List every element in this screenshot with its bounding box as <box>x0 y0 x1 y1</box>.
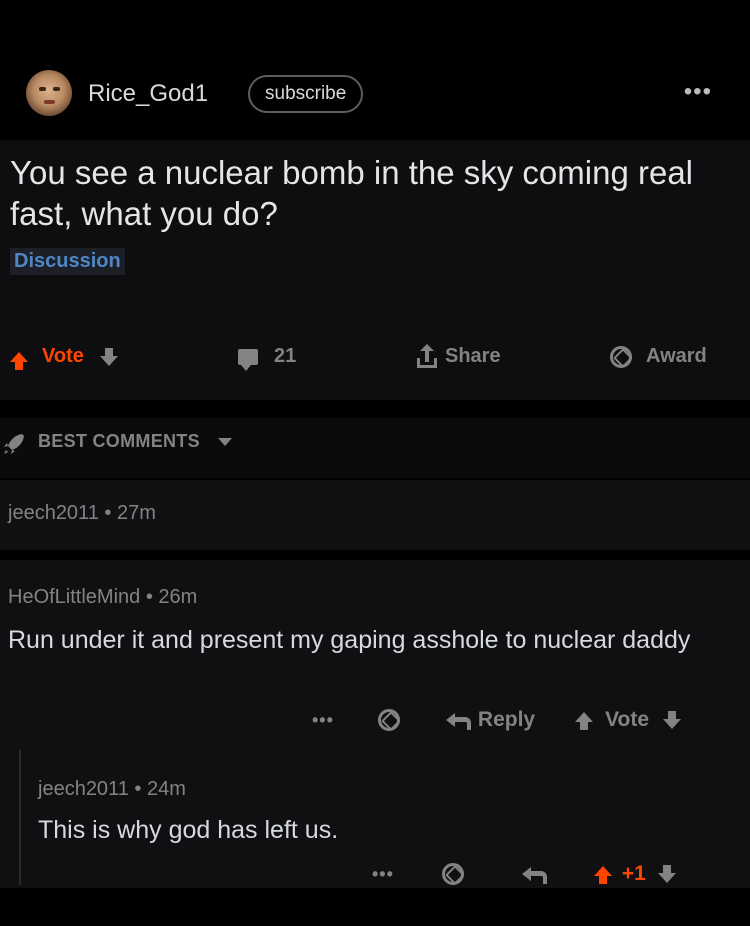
comment-author[interactable]: HeOfLittleMind <box>8 586 140 608</box>
reply-body: This is why god has left us. <box>38 816 339 844</box>
downvote-icon[interactable] <box>99 347 118 366</box>
award-icon[interactable] <box>441 863 464 885</box>
upvote-icon[interactable] <box>10 351 28 370</box>
post-title: You see a nuclear bomb in the sky coming… <box>10 154 694 232</box>
more-options-icon[interactable]: ••• <box>372 864 394 885</box>
more-options-icon[interactable]: ••• <box>312 710 334 731</box>
share-button[interactable]: Share <box>417 343 501 368</box>
vote-score: +1 <box>621 862 646 885</box>
thread-line[interactable] <box>19 750 21 885</box>
upvote-icon[interactable] <box>593 866 612 884</box>
award-icon[interactable] <box>377 709 400 731</box>
more-options-icon[interactable]: ••• <box>684 80 712 104</box>
reply-meta: jeech2011 • 24m <box>38 778 186 800</box>
comment-icon <box>238 348 258 371</box>
post-card: You see a nuclear bomb in the sky coming… <box>0 140 750 400</box>
downvote-icon[interactable] <box>657 865 676 883</box>
downvote-icon[interactable] <box>663 711 682 729</box>
comment-count: 21 <box>274 345 297 367</box>
comment-actions: ••• Reply Vote <box>312 708 682 732</box>
avatar-eye <box>53 87 60 91</box>
vote-group: Vote <box>10 345 118 370</box>
comment-time: 27m <box>116 502 156 524</box>
comment-collapsed[interactable]: jeech2011 • 27m <box>0 480 750 550</box>
comment-time: 24m <box>146 778 186 800</box>
comment-author[interactable]: jeech2011 <box>38 778 129 800</box>
vote-label: Vote <box>42 345 84 367</box>
comment-sort-bar[interactable]: BEST COMMENTS <box>0 418 750 478</box>
sort-label: BEST COMMENTS <box>38 431 200 451</box>
comment-author[interactable]: jeech2011 <box>8 502 99 524</box>
post-actions: Vote 21 Share Award <box>0 340 750 380</box>
comment-time: 26m <box>158 586 198 608</box>
username[interactable]: Rice_God1 <box>88 80 208 108</box>
upvote-icon[interactable] <box>575 712 594 730</box>
award-button[interactable]: Award <box>610 345 707 368</box>
reply-button[interactable]: Reply <box>478 708 535 732</box>
reply-actions: ••• +1 <box>372 862 676 886</box>
reply-icon[interactable] <box>521 867 547 884</box>
comment-meta: HeOfLittleMind • 26m <box>8 586 198 608</box>
avatar-mouth <box>44 100 55 104</box>
award-icon <box>610 345 632 368</box>
chevron-down-icon <box>218 438 232 446</box>
comments-button[interactable]: 21 <box>238 345 297 371</box>
reply-icon[interactable] <box>445 713 471 730</box>
vote-label: Vote <box>605 708 650 731</box>
share-label: Share <box>445 345 501 367</box>
post-header: Rice_God1 subscribe ••• <box>0 60 750 130</box>
avatar-eye <box>39 87 46 91</box>
bottom-bar <box>0 888 750 926</box>
comment-meta: jeech2011 • 27m <box>8 502 156 524</box>
comment-body: Run under it and present my gaping assho… <box>8 626 691 654</box>
post-flair[interactable]: Discussion <box>10 248 125 275</box>
share-icon <box>417 343 437 368</box>
subscribe-button[interactable]: subscribe <box>248 75 364 113</box>
comment-thread: HeOfLittleMind • 26m Run under it and pr… <box>0 560 750 890</box>
avatar[interactable] <box>26 70 72 116</box>
award-label: Award <box>646 345 707 367</box>
rocket-icon <box>4 434 24 454</box>
